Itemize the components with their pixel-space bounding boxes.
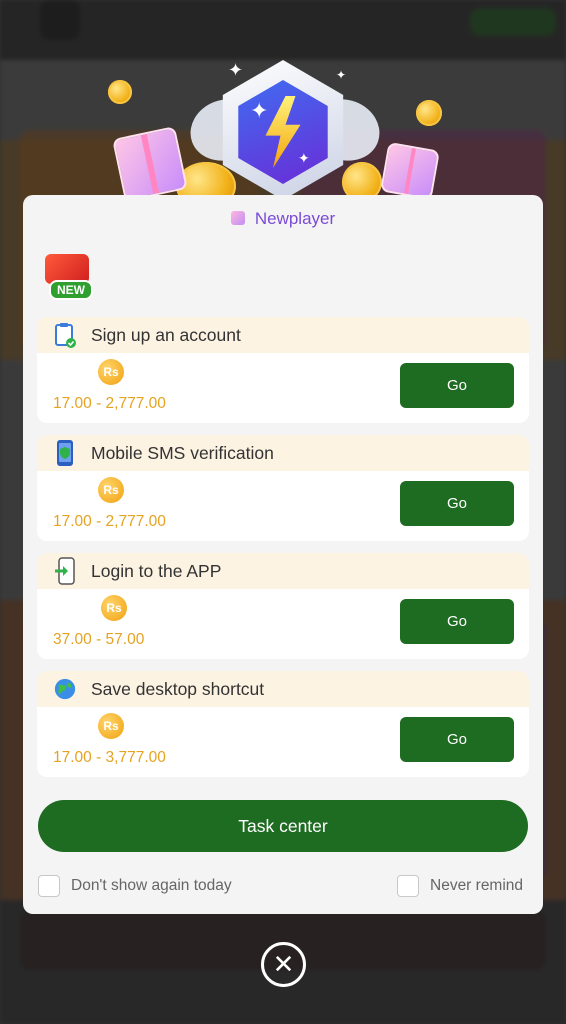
rupee-coin-icon: Rs	[98, 359, 124, 385]
phone-login-icon	[53, 557, 77, 585]
reward-range: 37.00 - 57.00	[53, 631, 145, 648]
task-header: Save desktop shortcut	[37, 671, 529, 707]
hero-badge-illustration: ✦ ✦ ✦ ✦	[0, 50, 566, 210]
task-header: Sign up an account	[37, 317, 529, 353]
close-icon[interactable]: ✕	[261, 942, 306, 987]
clipboard-check-icon	[53, 322, 77, 348]
reward-range: 17.00 - 2,777.00	[53, 513, 166, 530]
go-button-login-app[interactable]: Go	[400, 599, 514, 644]
task-title: Save desktop shortcut	[91, 679, 265, 699]
task-title: Login to the APP	[91, 561, 222, 581]
task-header: Login to the APP	[37, 553, 529, 589]
dialog-title: Newplayer	[23, 209, 543, 229]
never-remind-label: Never remind	[430, 877, 524, 894]
go-button-sms-verification[interactable]: Go	[400, 481, 514, 526]
gift-box-icon	[380, 141, 440, 201]
task-item-sms-verification: Mobile SMS verification Rs 17.00 - 2,777…	[37, 435, 529, 541]
task-title: Mobile SMS verification	[91, 443, 274, 463]
never-remind-checkbox[interactable]	[397, 875, 419, 897]
dialog-title-text: Newplayer	[254, 209, 336, 228]
rupee-coin-icon: Rs	[98, 713, 124, 739]
phone-shield-icon	[53, 440, 77, 466]
task-item-sign-up: Sign up an account Rs 17.00 - 2,777.00 G…	[37, 317, 529, 423]
sparkle-icon: ✦	[336, 68, 347, 82]
go-button-sign-up[interactable]: Go	[400, 363, 514, 408]
sparkle-icon: ✦	[228, 60, 244, 80]
globe-icon	[53, 676, 77, 702]
newplayer-dialog: Newplayer NEW Sign up an account Rs 17.0…	[23, 195, 543, 914]
dont-show-today-option[interactable]: Don't show again today	[38, 875, 232, 897]
never-remind-option[interactable]: Never remind	[397, 875, 523, 897]
go-button-desktop-shortcut[interactable]: Go	[400, 717, 514, 762]
sparkle-icon: ✦	[298, 150, 310, 166]
task-title: Sign up an account	[91, 325, 241, 345]
task-header: Mobile SMS verification	[37, 435, 529, 471]
rupee-coin-icon: Rs	[101, 595, 127, 621]
gift-box-icon	[112, 126, 188, 202]
task-item-desktop-shortcut: Save desktop shortcut Rs 17.00 - 3,777.0…	[37, 671, 529, 777]
coin-icon	[108, 80, 132, 104]
task-center-button[interactable]: Task center	[38, 800, 528, 852]
dont-show-today-label: Don't show again today	[71, 877, 232, 894]
reward-range: 17.00 - 2,777.00	[53, 395, 166, 412]
task-item-login-app: Login to the APP Rs 37.00 - 57.00 Go	[37, 553, 529, 659]
rupee-coin-icon: Rs	[98, 477, 124, 503]
new-badge-label: NEW	[49, 280, 93, 300]
reward-range: 17.00 - 3,777.00	[53, 749, 166, 766]
coin-icon	[416, 100, 442, 126]
dont-show-today-checkbox[interactable]	[38, 875, 60, 897]
gift-icon	[230, 211, 245, 225]
sparkle-icon: ✦	[250, 98, 269, 123]
new-badge: NEW	[39, 250, 105, 305]
